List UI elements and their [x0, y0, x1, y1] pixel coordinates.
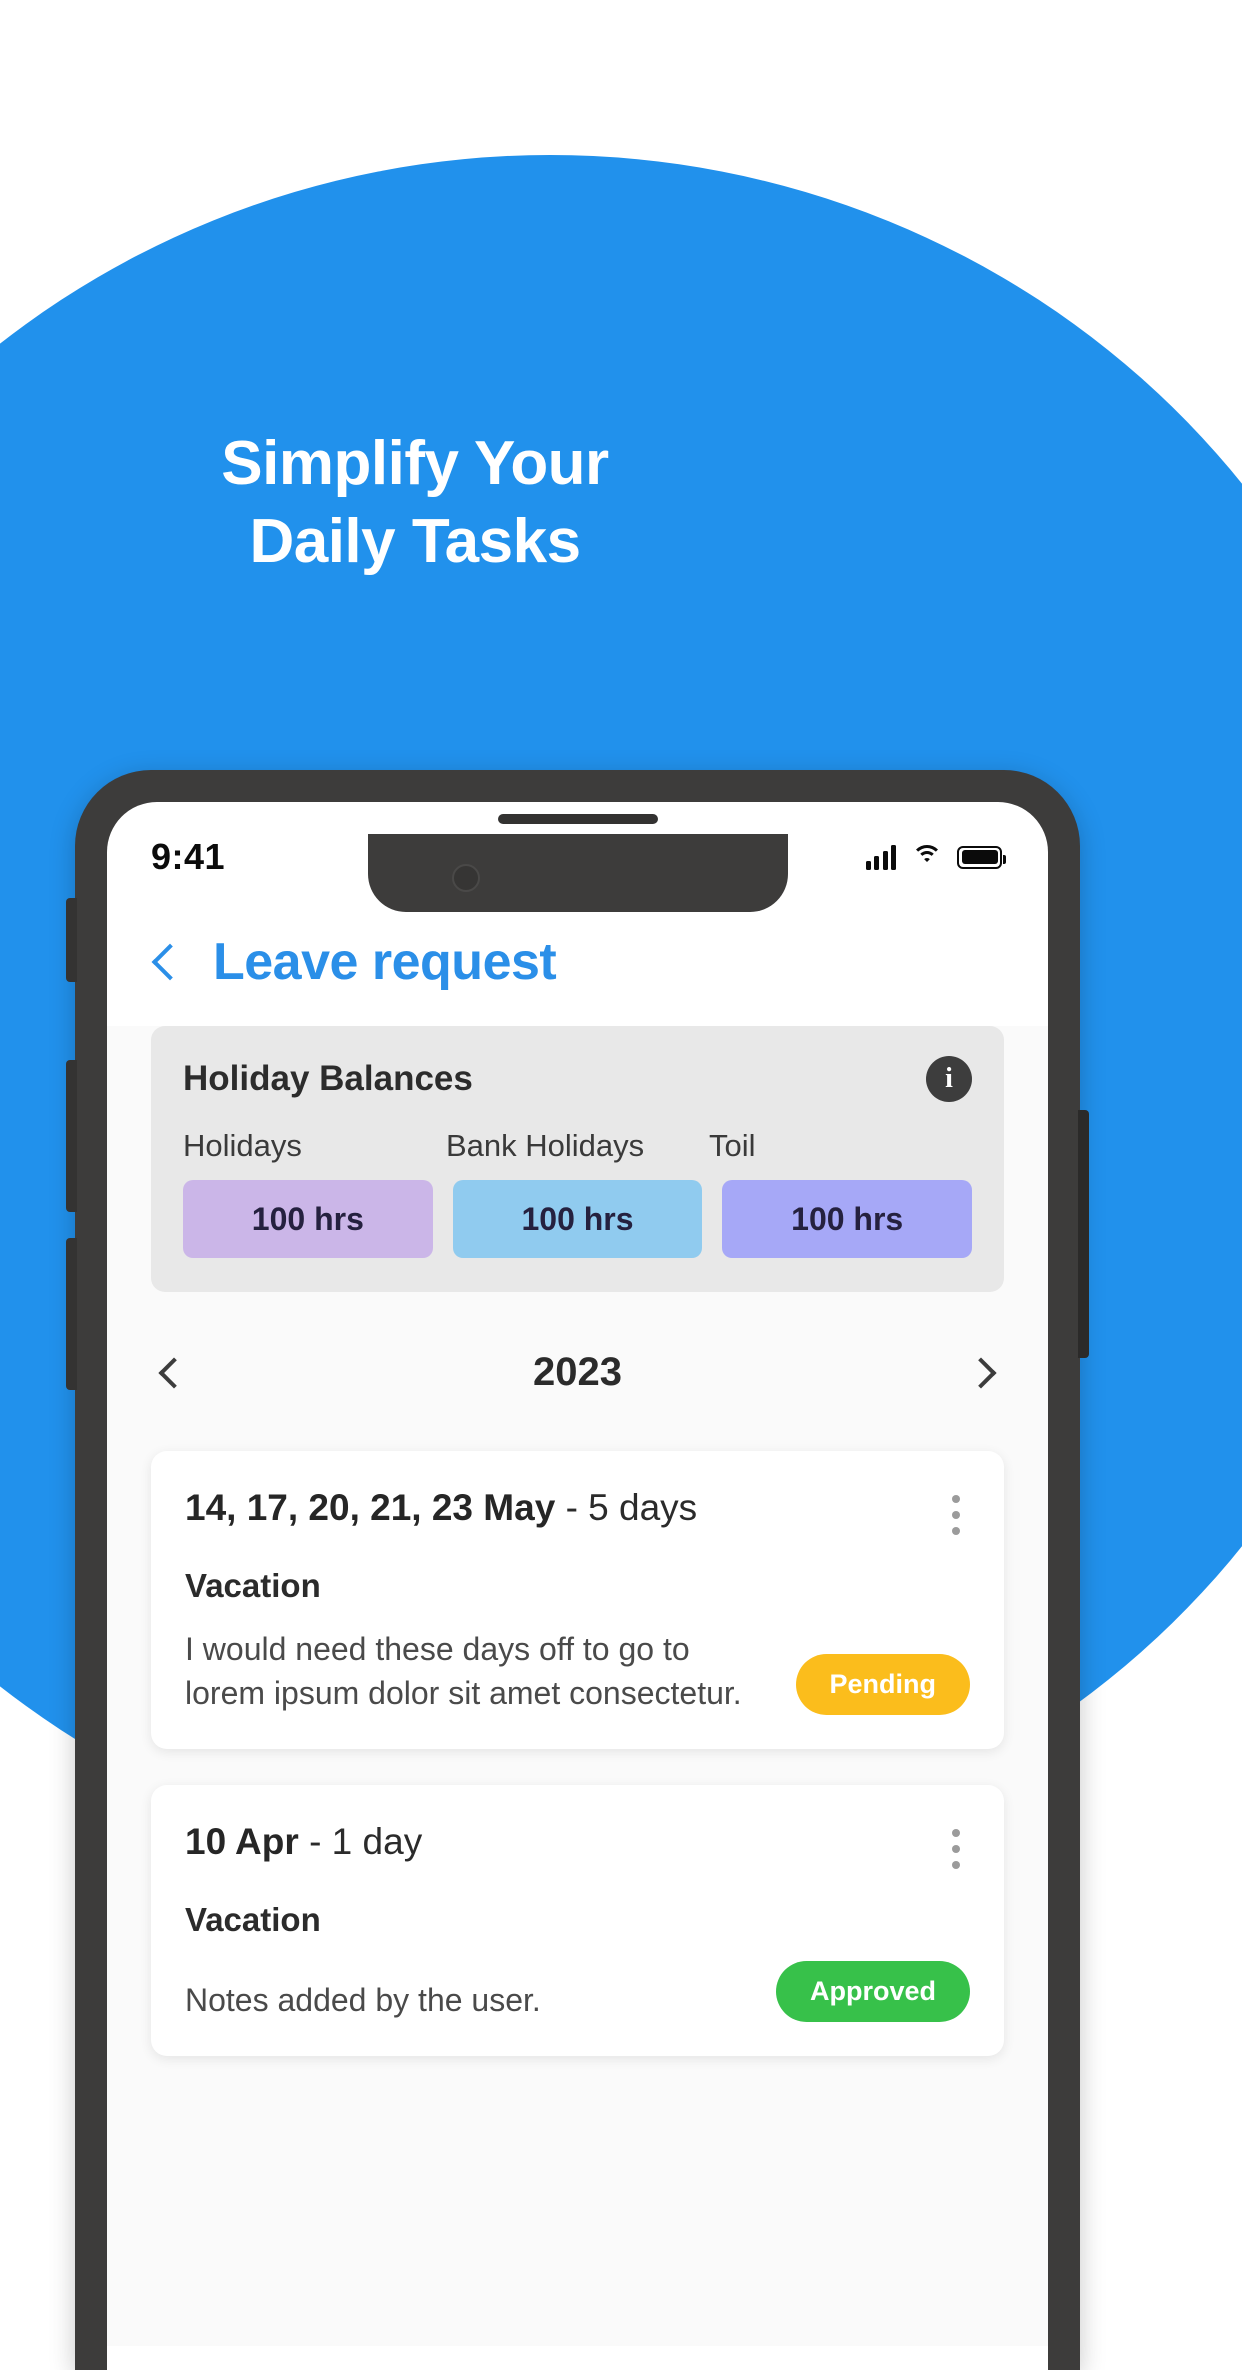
status-badge: Pending — [795, 1654, 970, 1716]
year-label: 2023 — [533, 1350, 622, 1394]
leave-request-notes: I would need these days off to go to lor… — [185, 1631, 742, 1712]
leave-request-date-days: 10 Apr — [185, 1821, 299, 1863]
status-bar-time: 9:41 — [151, 836, 226, 877]
leave-request-type: Vacation — [185, 1901, 321, 1939]
status-bar: 9:41 — [107, 802, 1048, 890]
year-navigator: 2023 — [107, 1292, 1048, 1451]
cellular-signal-icon — [865, 844, 896, 870]
chevron-right-icon[interactable] — [965, 1356, 997, 1389]
phone-power-button[interactable] — [1078, 1110, 1089, 1358]
chevron-left-icon[interactable] — [151, 943, 189, 981]
leave-request-date: 10 Apr - 1 day — [185, 1821, 422, 1863]
balance-label-toil: Toil — [709, 1128, 756, 1163]
page-title: Leave request — [213, 933, 557, 991]
phone-screen: 9:41 Leave request Holiday Balances i Ho… — [107, 802, 1048, 2370]
leave-request-footer: Notes added by the user. Approved — [185, 1961, 970, 2023]
holiday-balances-header: Holiday Balances i — [183, 1056, 972, 1102]
leave-request-header: 10 Apr - 1 day — [185, 1821, 970, 1877]
balance-value-bank-holidays[interactable]: 100 hrs — [452, 1180, 703, 1258]
headline-line-2: Daily Tasks — [249, 506, 581, 576]
phone-volume-up-button[interactable] — [66, 1060, 77, 1212]
leave-request-duration: - 5 days — [565, 1487, 698, 1528]
holiday-balances-title: Holiday Balances — [183, 1059, 473, 1098]
battery-full-icon — [957, 845, 1006, 869]
phone-silent-switch[interactable] — [66, 898, 77, 982]
leave-request-footer: I would need these days off to go to lor… — [185, 1627, 970, 1716]
hero-headline: Simplify Your Daily Tasks — [0, 425, 830, 580]
leave-request-date-days: 14, 17, 20, 21, 23 May — [185, 1487, 556, 1528]
leave-request-header: 14, 17, 20, 21, 23 May - 5 days — [185, 1487, 970, 1543]
chevron-left-icon[interactable] — [158, 1356, 190, 1389]
balance-values-row: 100 hrs 100 hrs 100 hrs — [183, 1180, 973, 1258]
balance-value-toil[interactable]: 100 hrs — [722, 1180, 973, 1258]
leave-request-card[interactable]: 10 Apr - 1 day Vacation Notes added by t… — [151, 1785, 1004, 2057]
headline-line-1: Simplify Your — [221, 429, 609, 498]
wifi-icon — [911, 845, 942, 869]
holiday-balances-card: Holiday Balances i Holidays Bank Holiday… — [151, 1026, 1004, 1292]
info-icon[interactable]: i — [926, 1056, 972, 1102]
leave-request-date: 14, 17, 20, 21, 23 May - 5 days — [185, 1487, 697, 1529]
leave-request-notes: Notes added by the user. — [185, 1982, 541, 2019]
kebab-menu-icon[interactable] — [942, 1821, 970, 1877]
balance-label-holidays: Holidays — [183, 1128, 302, 1163]
app-content: Holiday Balances i Holidays Bank Holiday… — [107, 1026, 1048, 2346]
balance-value-holidays[interactable]: 100 hrs — [183, 1180, 433, 1258]
leave-request-card[interactable]: 14, 17, 20, 21, 23 May - 5 days Vacation… — [151, 1451, 1004, 1750]
phone-mockup: 9:41 Leave request Holiday Balances i Ho… — [66, 770, 1089, 2370]
balance-label-bank-holidays: Bank Holidays — [446, 1128, 645, 1163]
status-badge: Approved — [775, 1961, 970, 2023]
status-bar-icons — [865, 844, 1006, 870]
kebab-menu-icon[interactable] — [942, 1487, 970, 1543]
leave-request-type: Vacation — [185, 1567, 321, 1604]
leave-request-duration: - 1 day — [309, 1821, 423, 1863]
balance-labels-row: Holidays Bank Holidays Toil — [183, 1128, 972, 1164]
phone-volume-down-button[interactable] — [66, 1238, 77, 1390]
